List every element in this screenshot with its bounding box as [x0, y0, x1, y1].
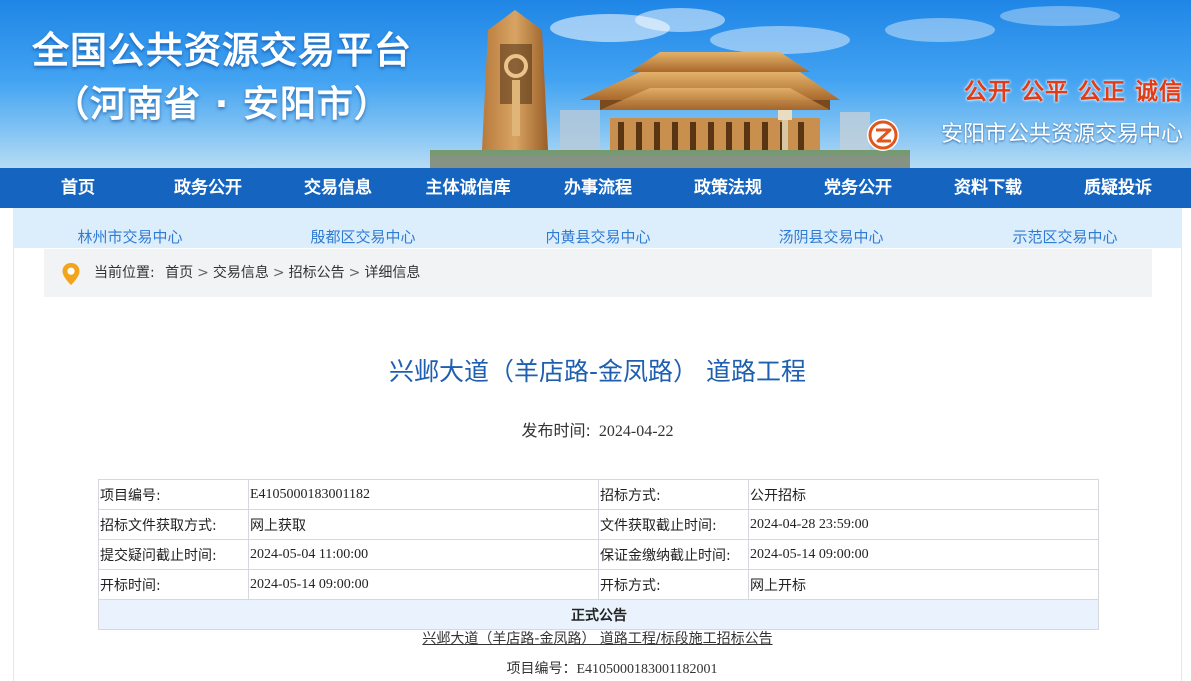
breadcrumb-label: 当前位置:: [94, 265, 155, 281]
document-deadline-value: 2024-04-28 23:59:00: [748, 509, 1099, 540]
platform-region: （河南省 · 安阳市）: [53, 84, 391, 125]
table-row: 开标时间: 2024-05-14 09:00:00 开标方式: 网上开标: [98, 569, 1099, 600]
breadcrumb-separator: >: [348, 265, 361, 281]
breadcrumb-tender-notice[interactable]: 招标公告: [289, 265, 345, 281]
publish-time: 发布时间: 2024-04-22: [0, 420, 1191, 443]
deposit-deadline-value: 2024-05-14 09:00:00: [748, 539, 1099, 570]
breadcrumb-separator: >: [197, 265, 209, 281]
bid-opening-method-value: 网上开标: [748, 569, 1099, 600]
publish-time-label: 发布时间:: [521, 421, 591, 440]
document-deadline-label: 文件获取截止时间:: [598, 509, 749, 540]
bid-opening-method-label: 开标方式:: [598, 569, 749, 600]
subcenter-link-demonstration[interactable]: 示范区交易中心: [1012, 227, 1117, 247]
nav-item-home[interactable]: 首页: [13, 168, 143, 208]
bid-opening-time-label: 开标时间:: [98, 569, 249, 600]
table-row: 招标文件获取方式: 网上获取 文件获取截止时间: 2024-04-28 23:5…: [98, 509, 1099, 540]
breadcrumb-trail: 当前位置: 首页 > 交易信息 > 招标公告 > 详细信息: [94, 263, 420, 283]
location-pin-icon: [62, 263, 80, 285]
nav-item-party-affairs[interactable]: 党务公开: [793, 168, 923, 208]
notice-project-number: 项目编号：E4105000183001182001: [0, 659, 1191, 680]
site-banner: 全国公共资源交易平台 （河南省 · 安阳市） 公开 公平 公正 诚信 安阳市公共…: [0, 0, 1191, 168]
nav-item-procedures[interactable]: 办事流程: [533, 168, 663, 208]
formal-notice-header: 正式公告: [98, 599, 1099, 630]
nav-item-downloads[interactable]: 资料下载: [923, 168, 1053, 208]
main-nav: 首页 政务公开 交易信息 主体诚信库 办事流程 政策法规 党务公开 资料下载 质…: [0, 168, 1191, 208]
breadcrumb-trade-info[interactable]: 交易信息: [213, 265, 269, 281]
publish-time-value: 2024-04-22: [598, 423, 674, 440]
subcenter-link-yindu[interactable]: 殷都区交易中心: [310, 227, 415, 247]
document-access-value: 网上获取: [248, 509, 599, 540]
platform-title: 全国公共资源交易平台: [32, 29, 412, 72]
notice-project-number-value: E4105000183001182001: [576, 662, 718, 677]
deposit-deadline-label: 保证金缴纳截止时间:: [598, 539, 749, 570]
center-name: 安阳市公共资源交易中心: [940, 122, 1183, 147]
breadcrumb-separator: >: [272, 265, 285, 281]
subcenter-link-neihuang[interactable]: 内黄县交易中心: [545, 227, 650, 247]
nav-item-government-affairs[interactable]: 政务公开: [143, 168, 273, 208]
tender-method-label: 招标方式:: [598, 479, 749, 510]
tender-notice-link[interactable]: 兴邺大道（羊店路-金凤路） 道路工程/标段施工招标公告: [0, 629, 1191, 649]
table-row: 项目编号: E4105000183001182 招标方式: 公开招标: [98, 479, 1099, 510]
breadcrumb-home[interactable]: 首页: [165, 265, 193, 281]
breadcrumb-current: 详细信息: [364, 265, 421, 281]
document-access-label: 招标文件获取方式:: [98, 509, 249, 540]
article-title: 兴邺大道（羊店路-金凤路） 道路工程: [389, 357, 806, 386]
table-row: 正式公告: [98, 599, 1099, 630]
breadcrumb: 当前位置: 首页 > 交易信息 > 招标公告 > 详细信息: [44, 249, 1152, 297]
subcenter-link-linzhou[interactable]: 林州市交易中心: [77, 227, 182, 247]
subcenter-bar: 林州市交易中心 殷都区交易中心 内黄县交易中心 汤阴县交易中心 示范区交易中心: [13, 208, 1182, 248]
center-logo-icon: [867, 119, 899, 151]
project-number-label: 项目编号:: [98, 479, 249, 510]
notice-project-number-label: 项目编号：: [506, 661, 577, 677]
question-deadline-value: 2024-05-04 11:00:00: [248, 539, 599, 570]
project-number-value: E4105000183001182: [248, 479, 599, 510]
nav-item-credit-database[interactable]: 主体诚信库: [403, 168, 533, 208]
nav-item-policies[interactable]: 政策法规: [663, 168, 793, 208]
nav-item-complaints[interactable]: 质疑投诉: [1053, 168, 1183, 208]
question-deadline-label: 提交疑问截止时间:: [98, 539, 249, 570]
subcenter-link-tangyin[interactable]: 汤阴县交易中心: [778, 227, 883, 247]
page: 全国公共资源交易平台 （河南省 · 安阳市） 公开 公平 公正 诚信 安阳市公共…: [0, 0, 1191, 681]
slogan: 公开 公平 公正 诚信: [963, 79, 1183, 105]
project-info-table: 项目编号: E4105000183001182 招标方式: 公开招标 招标文件获…: [98, 479, 1099, 630]
nav-item-trade-info[interactable]: 交易信息: [273, 168, 403, 208]
table-row: 提交疑问截止时间: 2024-05-04 11:00:00 保证金缴纳截止时间:…: [98, 539, 1099, 570]
bid-opening-time-value: 2024-05-14 09:00:00: [248, 569, 599, 600]
tender-method-value: 公开招标: [748, 479, 1099, 510]
